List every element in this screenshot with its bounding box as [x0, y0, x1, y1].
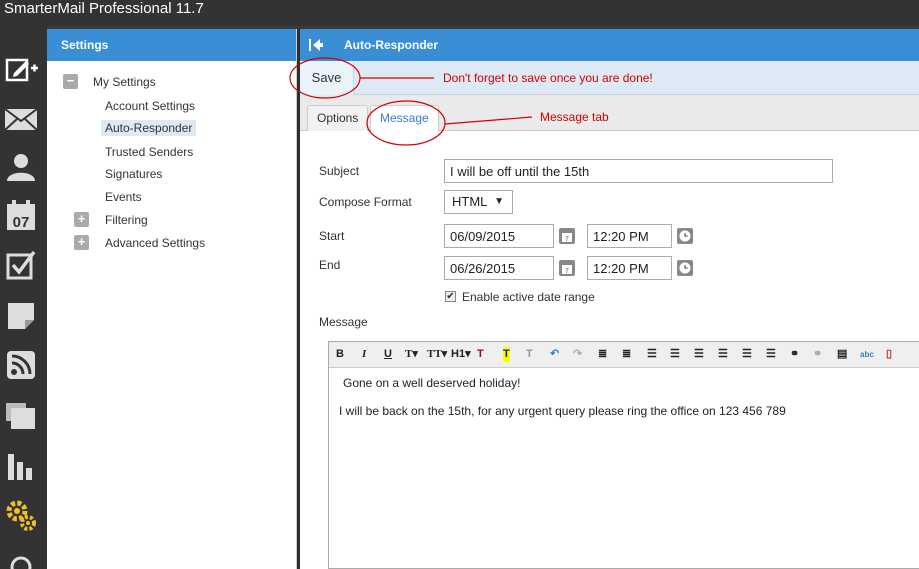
align-left-icon[interactable]: ☰: [694, 347, 704, 362]
underline-button[interactable]: U: [384, 347, 392, 362]
page-title: Auto-Responder: [344, 38, 438, 52]
notes-icon[interactable]: [4, 298, 38, 332]
tree-item-my-settings[interactable]: My Settings: [93, 75, 156, 89]
end-date-calendar-icon[interactable]: 7: [558, 259, 576, 277]
message-label: Message: [319, 315, 368, 329]
editor-content[interactable]: Gone on a well deserved holiday! I will …: [329, 368, 919, 440]
tree-item-account-settings[interactable]: Account Settings: [105, 99, 195, 113]
paste-icon[interactable]: ▤: [837, 347, 847, 362]
subject-input[interactable]: [444, 159, 833, 183]
expand-advanced-settings-toggle[interactable]: +: [74, 235, 89, 250]
tree-item-advanced-settings[interactable]: Advanced Settings: [105, 236, 205, 250]
end-time-input[interactable]: [587, 256, 672, 280]
start-date-calendar-icon[interactable]: 7: [558, 227, 576, 245]
tree-item-events[interactable]: Events: [105, 190, 142, 204]
tab-options[interactable]: Options: [307, 105, 369, 131]
reports-icon[interactable]: [4, 448, 38, 482]
start-label: Start: [319, 229, 345, 243]
tasks-icon[interactable]: [4, 248, 38, 282]
tree-item-signatures[interactable]: Signatures: [105, 167, 162, 181]
editor-toolbar: B I U T▾ TT▾ H1▾ T T T ↶ ↷ ≣ ≣ ☰ ☰ ☰ ☰ ☰…: [329, 342, 919, 368]
tab-message[interactable]: Message: [370, 105, 439, 132]
spellcheck-icon[interactable]: abc: [860, 347, 874, 362]
compose-format-label: Compose Format: [319, 195, 412, 209]
settings-panel: Settings − My Settings Account Settings …: [47, 29, 297, 569]
auto-responder-panel: Auto-Responder Save Options Message Subj…: [300, 29, 919, 569]
compose-icon[interactable]: [4, 54, 38, 88]
font-family-glyph: T: [405, 348, 413, 360]
align-right-icon[interactable]: ☰: [742, 347, 752, 362]
tab-note-text: Message tab: [540, 110, 609, 124]
source-code-icon[interactable]: ▯: [886, 347, 892, 362]
compose-format-value: HTML: [452, 194, 488, 209]
dropdown-arrow-icon: ▼: [494, 196, 504, 207]
collapse-my-settings-toggle[interactable]: −: [63, 74, 78, 89]
align-center-icon[interactable]: ☰: [718, 347, 728, 362]
contacts-icon[interactable]: [4, 150, 38, 184]
settings-gear-icon[interactable]: [4, 498, 38, 532]
font-size-glyph: T: [427, 348, 435, 360]
title-bar: SmarterMail Professional 11.7: [0, 0, 919, 26]
font-size-button[interactable]: TT▾: [427, 347, 447, 362]
mail-icon[interactable]: [4, 102, 38, 136]
settings-panel-title: Settings: [47, 29, 296, 61]
end-time-clock-icon[interactable]: [676, 259, 694, 277]
indent-icon[interactable]: ≣: [622, 347, 631, 362]
app-nav-rail: 07: [0, 26, 47, 569]
expand-filtering-toggle[interactable]: +: [74, 212, 89, 227]
start-time-input[interactable]: [587, 224, 672, 248]
message-line-1: Gone on a well deserved holiday!: [343, 376, 521, 390]
collapse-panel-icon[interactable]: [308, 37, 324, 53]
rss-icon[interactable]: [4, 348, 38, 382]
tab-bar: Options Message: [300, 95, 919, 132]
app-title: SmarterMail Professional 11.7: [4, 0, 204, 17]
font-family-button[interactable]: T▾: [405, 347, 418, 362]
bulleted-list-icon[interactable]: ☰: [670, 347, 680, 362]
heading-button[interactable]: H1▾: [451, 347, 471, 362]
outdent-icon[interactable]: ≣: [598, 347, 607, 362]
italic-button[interactable]: I: [362, 347, 366, 362]
end-label: End: [319, 258, 341, 272]
link-icon[interactable]: ⚭: [790, 347, 799, 362]
heading-glyph: H1: [451, 348, 466, 360]
end-date-input[interactable]: [444, 256, 554, 280]
date-range-checkbox[interactable]: ✔: [445, 291, 456, 302]
tree-item-filtering[interactable]: Filtering: [105, 213, 148, 227]
calendar-day: 07: [13, 214, 30, 231]
numbered-list-icon[interactable]: ☰: [647, 347, 657, 362]
start-time-clock-icon[interactable]: [676, 227, 694, 245]
message-editor[interactable]: B I U T▾ TT▾ H1▾ T T T ↶ ↷ ≣ ≣ ☰ ☰ ☰ ☰ ☰…: [328, 341, 919, 569]
undo-icon[interactable]: ↶: [550, 347, 559, 362]
highlight-icon[interactable]: T: [503, 347, 510, 362]
subject-label: Subject: [319, 164, 360, 178]
start-date-input[interactable]: [444, 224, 554, 248]
files-icon[interactable]: [4, 398, 38, 432]
panel-header: Auto-Responder: [300, 29, 919, 61]
message-line-2: I will be back on the 15th, for any urge…: [339, 404, 786, 418]
calendar-icon[interactable]: 07: [4, 198, 38, 232]
svg-text:7: 7: [565, 236, 569, 243]
save-button[interactable]: Save: [300, 61, 354, 95]
bold-button[interactable]: B: [336, 347, 344, 362]
date-range-label: Enable active date range: [462, 290, 595, 304]
tree-item-trusted-senders[interactable]: Trusted Senders: [105, 145, 193, 159]
justify-icon[interactable]: ☰: [766, 347, 776, 362]
text-color-icon[interactable]: T: [477, 347, 484, 362]
clear-format-icon[interactable]: T: [526, 347, 533, 362]
svg-text:7: 7: [565, 268, 569, 275]
unlink-icon[interactable]: ⚭: [813, 347, 822, 362]
redo-icon[interactable]: ↷: [573, 347, 582, 362]
save-note-text: Don't forget to save once you are done!: [443, 71, 653, 85]
tree-item-auto-responder[interactable]: Auto-Responder: [101, 120, 197, 136]
compose-format-select[interactable]: HTML ▼: [444, 190, 513, 214]
search-icon[interactable]: [4, 548, 38, 569]
